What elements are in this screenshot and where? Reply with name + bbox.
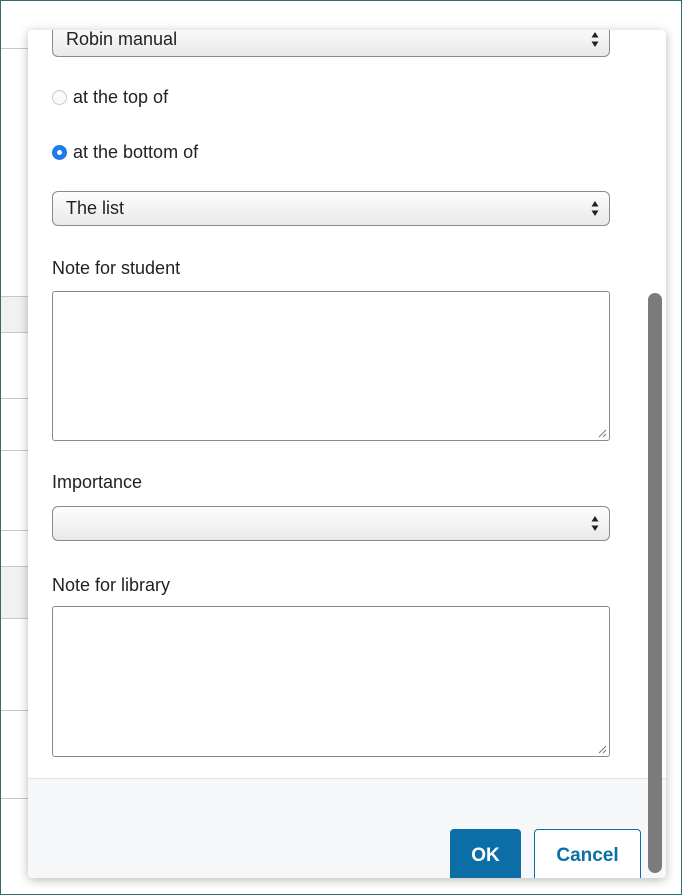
background-page — [0, 0, 30, 895]
note-student-textarea[interactable] — [52, 291, 610, 441]
position-option-top[interactable]: at the top of — [52, 86, 168, 108]
list-select[interactable]: The list — [52, 191, 610, 226]
scrollbar-thumb[interactable] — [648, 293, 662, 873]
position-option-bottom[interactable]: at the bottom of — [52, 141, 198, 163]
dialog-scroll-area[interactable]: Robin manual at the top of at the bottom… — [28, 30, 642, 778]
importance-label: Importance — [52, 472, 143, 492]
ok-button[interactable]: OK — [450, 829, 521, 878]
note-library-label: Note for library — [52, 575, 171, 595]
manual-select[interactable]: Robin manual — [52, 30, 610, 57]
manual-select-value: Robin manual — [66, 30, 178, 49]
note-library-textarea[interactable] — [52, 606, 610, 757]
select-arrows-icon — [591, 201, 599, 216]
select-arrows-icon — [591, 516, 599, 531]
radio-bottom-label: at the bottom of — [73, 141, 199, 162]
dialog-footer: OK Cancel — [28, 778, 666, 878]
radio-bottom[interactable] — [52, 144, 67, 160]
note-student-label: Note for student — [52, 258, 181, 278]
importance-select[interactable] — [52, 506, 610, 541]
cancel-button[interactable]: Cancel — [534, 829, 641, 878]
radio-top[interactable] — [52, 89, 67, 105]
resize-grip-icon[interactable] — [597, 428, 607, 438]
add-item-dialog: Robin manual at the top of at the bottom… — [28, 30, 666, 878]
resize-grip-icon[interactable] — [597, 744, 607, 754]
list-select-value: The list — [66, 198, 125, 218]
radio-top-label: at the top of — [73, 86, 169, 107]
select-arrows-icon — [591, 32, 599, 47]
